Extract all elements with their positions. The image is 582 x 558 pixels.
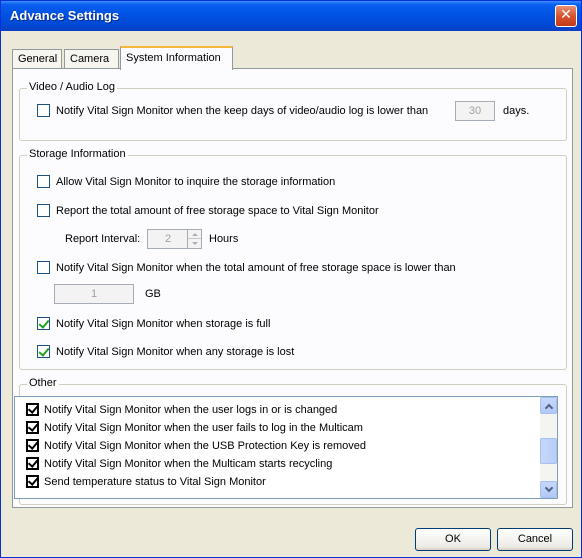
days-unit-label: days. (503, 105, 530, 117)
storage-information-group-label: Storage Information (27, 148, 128, 160)
list-item[interactable]: Notify Vital Sign Monitor when the user … (26, 421, 363, 434)
report-interval-spinner[interactable] (187, 229, 202, 249)
list-item-label: Notify Vital Sign Monitor when the USB P… (44, 439, 367, 452)
list-scrollbar[interactable] (540, 397, 557, 498)
tab-general[interactable]: General (12, 49, 62, 69)
notify-keep-days-option[interactable]: Notify Vital Sign Monitor when the keep … (37, 104, 428, 117)
notify-storage-lost-checkbox[interactable] (37, 345, 50, 358)
allow-inquire-checkbox[interactable] (37, 175, 50, 188)
chevron-down-icon (191, 242, 198, 245)
spinner-up-arrow[interactable] (188, 230, 201, 239)
tab-system-information[interactable]: System Information (120, 46, 233, 70)
report-interval-input[interactable]: 2 (147, 229, 189, 249)
list-item-checkbox[interactable] (26, 421, 39, 434)
list-item[interactable]: Notify Vital Sign Monitor when the Multi… (26, 457, 332, 470)
notify-keep-days-label: Notify Vital Sign Monitor when the keep … (56, 104, 429, 117)
notify-low-space-option[interactable]: Notify Vital Sign Monitor when the total… (37, 261, 456, 274)
notify-keep-days-checkbox[interactable] (37, 104, 50, 117)
window-title: Advance Settings (10, 8, 120, 23)
list-item-label: Send temperature status to Vital Sign Mo… (44, 475, 266, 488)
tab-system-information-label: System Information (126, 52, 221, 64)
allow-inquire-label: Allow Vital Sign Monitor to inquire the … (56, 175, 336, 188)
report-interval-unit: Hours (209, 233, 239, 245)
keep-days-input[interactable]: 30 (455, 101, 495, 121)
chevron-up-icon (191, 232, 198, 236)
report-interval-label: Report Interval: (65, 233, 141, 245)
list-item-checkbox[interactable] (26, 475, 39, 488)
notify-storage-lost-label: Notify Vital Sign Monitor when any stora… (56, 345, 295, 358)
list-item[interactable]: Send temperature status to Vital Sign Mo… (26, 475, 266, 488)
report-free-space-label: Report the total amount of free storage … (56, 204, 379, 217)
other-group-label: Other (27, 377, 59, 389)
close-button[interactable]: ✕ (555, 5, 577, 27)
tab-camera[interactable]: Camera (64, 49, 119, 69)
spinner-down-arrow[interactable] (188, 239, 201, 248)
tab-camera-label: Camera (70, 53, 110, 65)
allow-inquire-option[interactable]: Allow Vital Sign Monitor to inquire the … (37, 175, 335, 188)
title-bar[interactable]: Advance Settings ✕ (1, 1, 581, 31)
cancel-button[interactable]: Cancel (497, 528, 573, 551)
report-free-space-option[interactable]: Report the total amount of free storage … (37, 204, 379, 217)
list-item[interactable]: Notify Vital Sign Monitor when the USB P… (26, 439, 366, 452)
notify-low-space-checkbox[interactable] (37, 261, 50, 274)
list-item-checkbox[interactable] (26, 457, 39, 470)
notify-low-space-label: Notify Vital Sign Monitor when the total… (56, 261, 456, 274)
list-item-checkbox[interactable] (26, 403, 39, 416)
ok-button[interactable]: OK (415, 528, 491, 551)
notify-storage-full-option[interactable]: Notify Vital Sign Monitor when storage i… (37, 317, 270, 330)
gb-unit-label: GB (145, 288, 161, 300)
close-icon: ✕ (560, 7, 572, 23)
list-item-label: Notify Vital Sign Monitor when the user … (44, 403, 338, 416)
notify-storage-lost-option[interactable]: Notify Vital Sign Monitor when any stora… (37, 345, 294, 358)
scroll-down-button[interactable] (540, 481, 557, 498)
notify-storage-full-checkbox[interactable] (37, 317, 50, 330)
low-space-gb-input[interactable]: 1 (54, 284, 134, 304)
report-free-space-checkbox[interactable] (37, 204, 50, 217)
chevron-up-icon (544, 403, 553, 412)
notify-storage-full-label: Notify Vital Sign Monitor when storage i… (56, 317, 271, 330)
list-item-checkbox[interactable] (26, 439, 39, 452)
list-item-label: Notify Vital Sign Monitor when the Multi… (44, 457, 333, 470)
scroll-up-button[interactable] (540, 397, 557, 414)
other-options-list[interactable]: Notify Vital Sign Monitor when the user … (14, 396, 558, 499)
scroll-thumb[interactable] (540, 438, 557, 464)
list-item-label: Notify Vital Sign Monitor when the user … (44, 421, 363, 434)
tab-general-label: General (18, 53, 58, 65)
list-item[interactable]: Notify Vital Sign Monitor when the user … (26, 403, 337, 416)
video-audio-log-group-label: Video / Audio Log (27, 81, 118, 93)
advance-settings-window: Advance Settings ✕ General Camera System… (0, 0, 582, 558)
chevron-down-icon (544, 483, 553, 492)
